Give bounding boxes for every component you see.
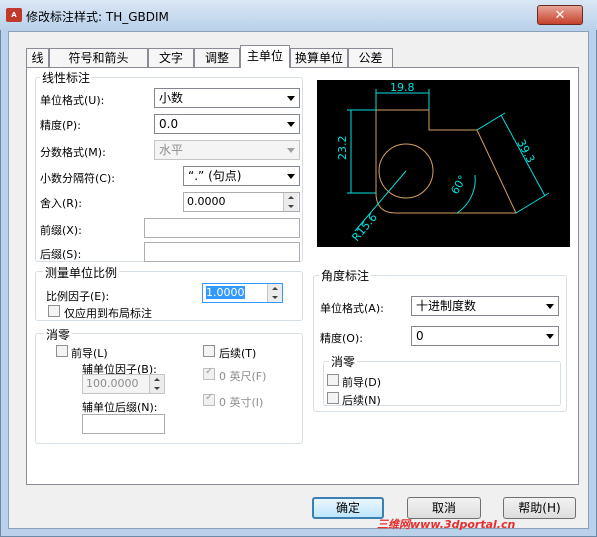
trailing-zero-checkbox[interactable] bbox=[203, 345, 215, 357]
dim-label-slant: 39.3 bbox=[514, 137, 537, 165]
suffix-label: 后缀(S): bbox=[40, 248, 82, 261]
angular-trailing-label: 后续(N) bbox=[342, 394, 381, 407]
trailing-zero-label: 后续(T) bbox=[219, 347, 257, 360]
tab-text[interactable]: 文字 bbox=[148, 48, 194, 67]
tab-alternate-units[interactable]: 换算单位 bbox=[290, 48, 348, 67]
spin-down-icon[interactable] bbox=[268, 293, 282, 302]
chevron-down-icon bbox=[546, 304, 554, 309]
round-off-spinner[interactable] bbox=[283, 193, 298, 211]
angular-unit-format-value: 十进制度数 bbox=[416, 299, 477, 313]
linear-dimensions-title: 线性标注 bbox=[40, 69, 93, 86]
angular-leading-checkbox[interactable] bbox=[327, 374, 339, 386]
dim-label-angle: 60° bbox=[448, 173, 469, 196]
part-outline bbox=[375, 109, 517, 214]
decimal-separator-select[interactable]: “.” (句点) bbox=[183, 166, 300, 186]
chevron-down-icon bbox=[287, 122, 295, 127]
unit-format-select[interactable]: 小数 bbox=[154, 88, 300, 108]
dimension-preview: 19.8 23.2 39.3 60° R15.6 bbox=[317, 80, 570, 247]
spin-down-icon[interactable] bbox=[284, 202, 298, 211]
chevron-down-icon bbox=[546, 334, 554, 339]
tab-symbols-arrows[interactable]: 符号和箭头 bbox=[49, 48, 148, 67]
ok-button[interactable]: 确定 bbox=[312, 497, 384, 519]
prefix-label: 前缀(X): bbox=[40, 224, 82, 237]
round-off-value: 0.0000 bbox=[187, 195, 226, 208]
preview-labels: 19.8 23.2 39.3 60° R15.6 bbox=[336, 81, 537, 244]
precision-value: 0.0 bbox=[159, 117, 179, 131]
inches-label: 0 英寸(I) bbox=[219, 396, 264, 409]
sub-unit-factor-value: 100.0000 bbox=[86, 377, 139, 390]
angular-zero-suppression-title: 消零 bbox=[329, 353, 358, 370]
sub-unit-suffix-input[interactable] bbox=[82, 414, 165, 434]
dim-label-left: 23.2 bbox=[336, 136, 349, 161]
autocad-icon: A bbox=[6, 8, 22, 22]
suffix-input[interactable] bbox=[144, 242, 300, 262]
inches-checkbox[interactable] bbox=[203, 392, 215, 406]
window-title: 修改标注样式: TH_GBDIM bbox=[26, 10, 169, 24]
spin-up-icon[interactable] bbox=[268, 284, 282, 293]
angular-unit-format-label: 单位格式(A): bbox=[320, 302, 384, 315]
dim-label-radius: R15.6 bbox=[349, 211, 380, 244]
round-off-label: 舍入(R): bbox=[40, 197, 82, 210]
scale-factor-label: 比例因子(E): bbox=[46, 290, 110, 303]
angular-trailing-checkbox[interactable] bbox=[327, 392, 339, 404]
fraction-format-label: 分数格式(M): bbox=[40, 146, 106, 159]
chevron-down-icon bbox=[287, 96, 295, 101]
chevron-down-icon bbox=[287, 174, 295, 179]
tab-lines[interactable]: 线 bbox=[26, 48, 49, 67]
apply-layout-label: 仅应用到布局标注 bbox=[64, 307, 152, 320]
unit-format-value: 小数 bbox=[159, 91, 184, 105]
precision-label: 精度(P): bbox=[40, 119, 81, 132]
chevron-down-icon bbox=[287, 148, 295, 153]
angular-precision-label: 精度(O): bbox=[320, 332, 363, 345]
sub-unit-suffix-label: 辅单位后缀(N): bbox=[82, 401, 158, 414]
leading-zero-label: 前导(L) bbox=[71, 347, 108, 360]
fraction-format-select[interactable]: 水平 bbox=[154, 140, 300, 160]
scale-factor-value: 1.0000 bbox=[206, 286, 245, 299]
spin-down-icon[interactable] bbox=[150, 384, 164, 393]
dim-ext-line bbox=[515, 192, 550, 214]
zero-suppression-title: 消零 bbox=[44, 326, 73, 343]
feet-checkbox[interactable] bbox=[203, 366, 215, 380]
tab-primary-units[interactable]: 主单位 bbox=[240, 45, 290, 68]
dim-label-top: 19.8 bbox=[390, 81, 415, 94]
angular-unit-format-select[interactable]: 十进制度数 bbox=[411, 296, 559, 316]
preview-drawing: 19.8 23.2 39.3 60° R15.6 bbox=[336, 81, 550, 244]
angular-precision-value: 0 bbox=[416, 329, 424, 343]
feet-label: 0 英尺(F) bbox=[219, 370, 267, 383]
title-bar[interactable]: A 修改标注样式: TH_GBDIM ✕ bbox=[0, 0, 597, 30]
close-button[interactable]: ✕ bbox=[537, 5, 583, 25]
watermark: 三维网www.3dportal.cn bbox=[377, 518, 516, 531]
unit-format-label: 单位格式(U): bbox=[40, 94, 105, 107]
prefix-input[interactable] bbox=[144, 218, 300, 238]
scale-factor-spinner[interactable] bbox=[267, 284, 282, 302]
tab-tolerances[interactable]: 公差 bbox=[348, 48, 393, 67]
angular-precision-select[interactable]: 0 bbox=[411, 326, 559, 346]
fraction-format-value: 水平 bbox=[159, 143, 184, 157]
precision-select[interactable]: 0.0 bbox=[154, 114, 300, 134]
tab-fit[interactable]: 调整 bbox=[194, 48, 240, 67]
preview-geometry bbox=[375, 109, 517, 214]
angular-leading-label: 前导(D) bbox=[342, 376, 382, 389]
apply-layout-checkbox[interactable] bbox=[48, 305, 60, 317]
spin-up-icon[interactable] bbox=[284, 193, 298, 202]
leading-zero-checkbox[interactable] bbox=[56, 345, 68, 357]
decimal-separator-value: “.” (句点) bbox=[188, 169, 242, 183]
spin-up-icon[interactable] bbox=[150, 375, 164, 384]
angular-dimensions-title: 角度标注 bbox=[319, 267, 372, 284]
decimal-separator-label: 小数分隔符(C): bbox=[40, 172, 115, 185]
measurement-scale-title: 测量单位比例 bbox=[43, 264, 120, 281]
sub-unit-factor-spinner[interactable] bbox=[149, 375, 164, 393]
